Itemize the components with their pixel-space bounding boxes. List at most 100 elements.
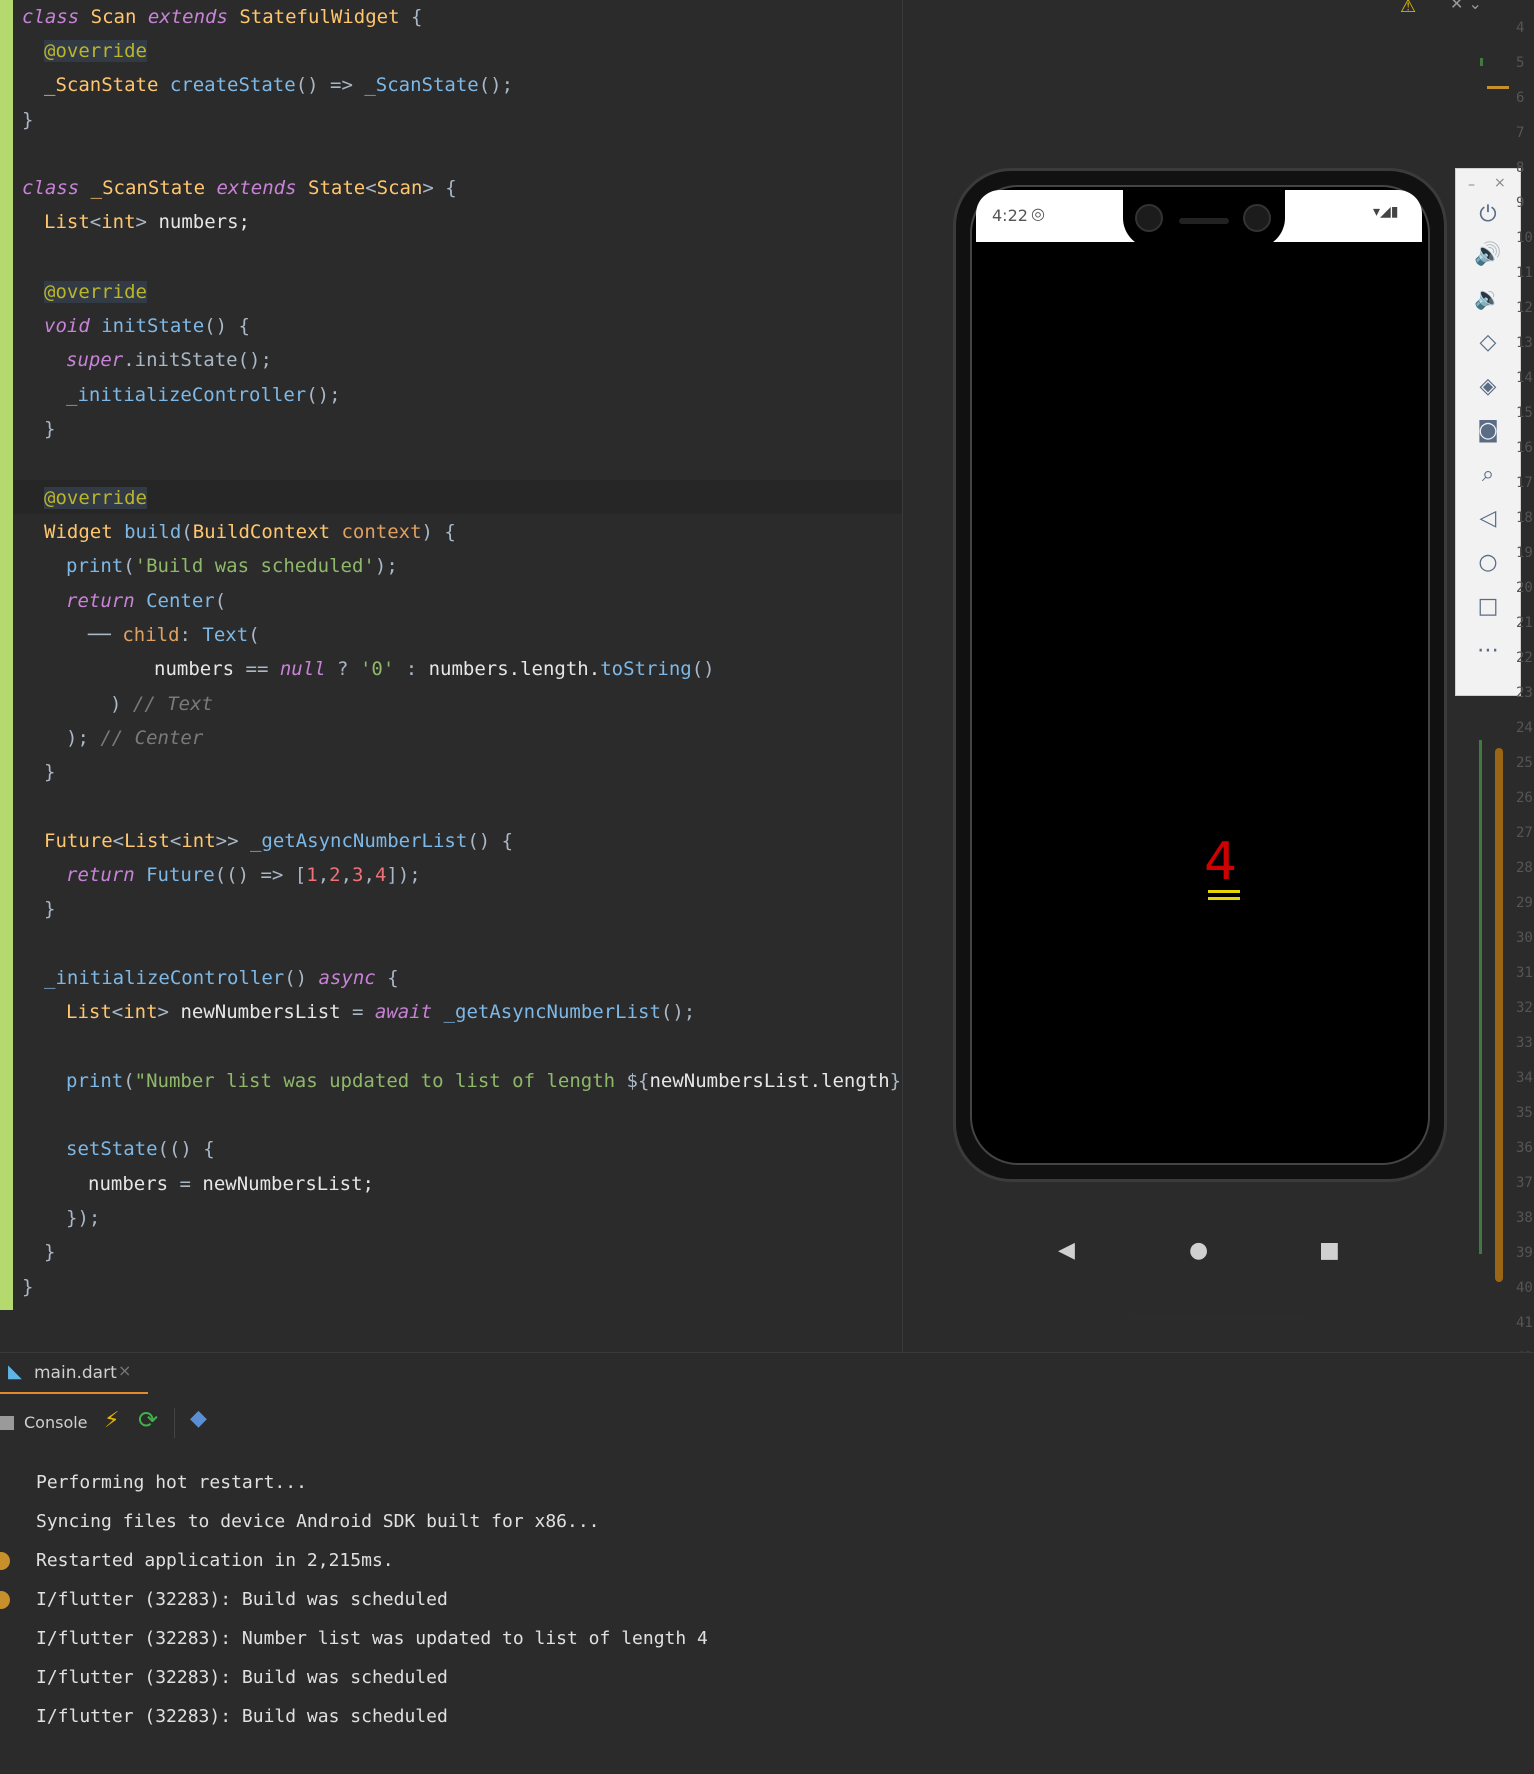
code-token: newNumbersList (180, 1001, 353, 1023)
code-line[interactable]: void initState() { (44, 309, 250, 343)
code-line[interactable]: } (22, 1270, 33, 1304)
console-tab[interactable]: Console (24, 1413, 88, 1432)
code-token: ( (123, 555, 135, 577)
code-line[interactable]: return Future(() => [1,2,3,4]); (66, 858, 421, 892)
warning-icon[interactable]: ⚠ (1400, 0, 1416, 17)
line-number: 29 (1516, 895, 1533, 911)
line-number: 8 (1516, 160, 1525, 176)
code-token: { (387, 967, 399, 989)
line-number: 23 (1516, 685, 1533, 701)
earpiece-speaker (1179, 218, 1229, 224)
code-line[interactable]: @override (44, 481, 147, 515)
line-number: 31 (1516, 965, 1533, 981)
console-line: I/flutter (32283): Build was scheduled (36, 1589, 448, 1610)
line-number: 18 (1516, 510, 1533, 526)
code-line[interactable]: List<int> numbers; (44, 205, 250, 239)
number-count-text: 4 (1204, 832, 1238, 892)
code-editor[interactable]: class Scan extends StatefulWidget {@over… (0, 0, 902, 1352)
code-token: () { (467, 830, 514, 852)
close-tab-icon[interactable]: × (118, 1361, 131, 1380)
code-line[interactable]: _initializeController(); (66, 378, 341, 412)
code-token: } (44, 761, 56, 783)
code-line[interactable]: } (22, 103, 33, 137)
front-camera-icon (1243, 204, 1271, 232)
code-line[interactable]: @override (44, 275, 147, 309)
code-line[interactable]: class Scan extends StatefulWidget { (22, 0, 422, 34)
code-token: < (169, 830, 182, 852)
code-line[interactable]: numbers == null ? '0' : numbers.length.t… (154, 652, 715, 686)
code-token: initState (101, 315, 205, 337)
code-line[interactable]: print("Number list was updated to list o… (66, 1064, 902, 1098)
change-marker (1479, 740, 1482, 1254)
code-token: newNumbersList.length (649, 1070, 890, 1092)
code-line[interactable]: List<int> newNumbersList = await _getAsy… (66, 995, 695, 1029)
code-token: 'Build was scheduled' (134, 555, 375, 577)
line-number: 11 (1516, 265, 1533, 281)
close-icon[interactable]: × (1494, 175, 1506, 191)
line-number: 25 (1516, 755, 1533, 771)
code-token: createState (169, 74, 296, 96)
code-token: Center (146, 590, 215, 612)
line-numbers: 4 5 6 7 8 9 10 11 12 13 14 15 16 17 18 19 20 21 22 23 24 25 26… (1510, 0, 1534, 1366)
code-token: '0' (359, 658, 406, 680)
code-token: context (341, 521, 422, 543)
line-number: 28 (1516, 860, 1533, 876)
devtools-icon[interactable]: ◆ (190, 1406, 207, 1431)
code-line[interactable]: _ScanState createState() => _ScanState()… (44, 68, 513, 102)
nav-home-icon[interactable]: ● (1189, 1238, 1208, 1263)
hot-restart-icon[interactable]: ⟳ (138, 1406, 158, 1434)
code-token: ); (66, 727, 101, 749)
code-token: ( (248, 624, 260, 646)
app-screen[interactable]: 4 (976, 242, 1422, 1286)
line-number: 26 (1516, 790, 1533, 806)
code-token: child (122, 624, 180, 646)
console-line: I/flutter (32283): Build was scheduled (36, 1706, 448, 1727)
code-token: numbers (154, 658, 246, 680)
code-token: (() => [ (214, 864, 307, 886)
code-line[interactable]: Future<List<int>> _getAsyncNumberList() … (44, 824, 513, 858)
console-status-icon (0, 1552, 10, 1570)
scrollbar-thumb[interactable] (1495, 748, 1503, 1282)
hot-reload-icon[interactable]: ⚡ (104, 1408, 119, 1433)
code-line[interactable]: } (44, 755, 55, 789)
minimize-icon[interactable]: – (1468, 177, 1475, 193)
code-line[interactable]: return Center( (66, 584, 226, 618)
code-token: newNumbersList; (202, 1173, 374, 1195)
code-token: > { (422, 177, 457, 199)
code-line[interactable]: setState(() { (66, 1132, 215, 1166)
code-line[interactable]: }); (66, 1201, 100, 1235)
line-number: 27 (1516, 825, 1533, 841)
code-token: _ScanState (364, 74, 479, 96)
code-token: Scan (376, 177, 423, 199)
bottom-speaker (1129, 1314, 1307, 1320)
code-line[interactable]: ) // Text (110, 687, 213, 721)
console-output[interactable]: Performing hot restart... Syncing files t… (0, 1454, 1534, 1774)
code-token: < (111, 1001, 124, 1023)
code-line[interactable]: } (44, 892, 55, 926)
window-controls-icon[interactable]: ✕ ⌄ (1450, 0, 1482, 13)
tab-main-dart[interactable]: ◣ main.dart × (0, 1353, 148, 1395)
code-line[interactable]: ── child: Text( (88, 618, 260, 652)
line-number: 37 (1516, 1175, 1533, 1191)
code-token: = (179, 1173, 203, 1195)
code-line[interactable]: _initializeController() async { (44, 961, 399, 995)
code-line[interactable]: @override (44, 34, 147, 68)
nav-back-icon[interactable]: ◀ (1058, 1238, 1075, 1263)
line-number: 14 (1516, 370, 1533, 386)
code-line[interactable]: super.initState(); (66, 343, 272, 377)
code-line[interactable]: } (44, 1235, 55, 1269)
line-number: 9 (1516, 195, 1525, 211)
code-token: _ScanState (44, 74, 170, 96)
line-number: 6 (1516, 90, 1525, 106)
code-line[interactable]: Widget build(BuildContext context) { (44, 515, 456, 549)
code-line[interactable]: class _ScanState extends State<Scan> { (22, 171, 457, 205)
current-line-highlight (14, 480, 902, 514)
code-line[interactable]: } (44, 412, 55, 446)
code-line[interactable]: numbers = newNumbersList; (88, 1167, 374, 1201)
code-token: (); (306, 384, 341, 406)
code-line[interactable]: print('Build was scheduled'); (66, 549, 398, 583)
tab-label: main.dart (34, 1363, 117, 1383)
nav-overview-icon[interactable]: ■ (1319, 1238, 1340, 1263)
line-number: 10 (1516, 230, 1533, 246)
code-line[interactable]: ); // Center (66, 721, 203, 755)
